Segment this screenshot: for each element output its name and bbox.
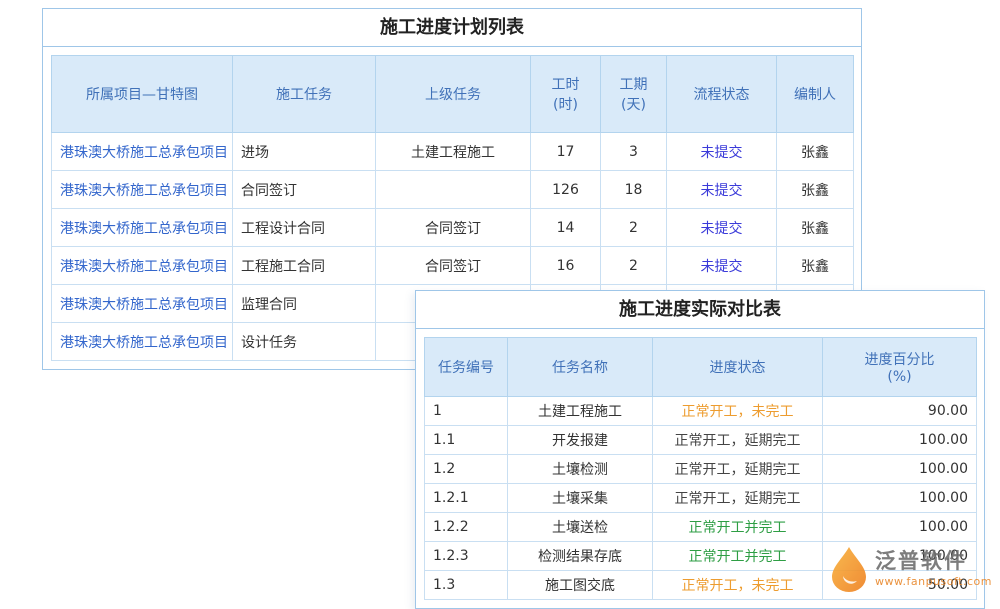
table-row: 1 土建工程施工 正常开工，未完工 90.00 [425, 397, 977, 426]
project-link[interactable]: 港珠澳大桥施工总承包项目 [52, 209, 233, 247]
task-id-cell: 1.2.3 [425, 542, 508, 571]
progress-status-cell: 正常开工，延期完工 [653, 455, 823, 484]
col-task-name: 任务名称 [508, 338, 653, 397]
hours-cell: 16 [531, 247, 601, 285]
plan-table-title: 施工进度计划列表 [43, 9, 861, 47]
table-row: 1.2.1 土壤采集 正常开工，延期完工 100.00 [425, 484, 977, 513]
hours-cell: 17 [531, 133, 601, 171]
table-row: 1.1 开发报建 正常开工，延期完工 100.00 [425, 426, 977, 455]
task-cell: 合同签订 [233, 171, 376, 209]
table-row: 1.3 施工图交底 正常开工，未完工 50.00 [425, 571, 977, 600]
progress-status-cell: 正常开工并完工 [653, 542, 823, 571]
author-cell: 张鑫 [777, 171, 854, 209]
compare-table: 任务编号 任务名称 进度状态 进度百分比 (%) 1 土建工程施工 正常开工，未… [424, 337, 977, 600]
hours-cell: 126 [531, 171, 601, 209]
project-link[interactable]: 港珠澳大桥施工总承包项目 [52, 171, 233, 209]
parent-task-cell: 合同签订 [376, 209, 531, 247]
table-row: 1.2.2 土壤送检 正常开工并完工 100.00 [425, 513, 977, 542]
table-row: 港珠澳大桥施工总承包项目 工程施工合同 合同签订 16 2 未提交 张鑫 [52, 247, 854, 285]
col-task-id: 任务编号 [425, 338, 508, 397]
days-cell: 3 [601, 133, 667, 171]
col-duration-days: 工期 (天) [601, 56, 667, 133]
task-id-cell: 1.2.1 [425, 484, 508, 513]
table-row: 港珠澳大桥施工总承包项目 进场 土建工程施工 17 3 未提交 张鑫 [52, 133, 854, 171]
task-name-cell: 土建工程施工 [508, 397, 653, 426]
flow-status-link[interactable]: 未提交 [667, 209, 777, 247]
author-cell: 张鑫 [777, 133, 854, 171]
flow-status-link[interactable]: 未提交 [667, 247, 777, 285]
parent-task-cell: 土建工程施工 [376, 133, 531, 171]
table-row: 港珠澳大桥施工总承包项目 合同签订 126 18 未提交 张鑫 [52, 171, 854, 209]
col-progress-percent: 进度百分比 (%) [823, 338, 977, 397]
col-work-hours: 工时 (时) [531, 56, 601, 133]
progress-percent-cell: 100.00 [823, 484, 977, 513]
task-name-cell: 土壤送检 [508, 513, 653, 542]
days-cell: 18 [601, 171, 667, 209]
col-project-gantt: 所属项目—甘特图 [52, 56, 233, 133]
author-cell: 张鑫 [777, 247, 854, 285]
days-cell: 2 [601, 209, 667, 247]
col-construction-task: 施工任务 [233, 56, 376, 133]
task-name-cell: 土壤检测 [508, 455, 653, 484]
progress-status-cell: 正常开工，未完工 [653, 571, 823, 600]
progress-status-cell: 正常开工并完工 [653, 513, 823, 542]
project-link[interactable]: 港珠澳大桥施工总承包项目 [52, 285, 233, 323]
task-id-cell: 1.2.2 [425, 513, 508, 542]
task-id-cell: 1.2 [425, 455, 508, 484]
compare-table-panel: 施工进度实际对比表 任务编号 任务名称 进度状态 进度百分比 (%) 1 土建工… [415, 290, 985, 609]
task-name-cell: 检测结果存底 [508, 542, 653, 571]
days-cell: 2 [601, 247, 667, 285]
plan-table-header-row: 所属项目—甘特图 施工任务 上级任务 工时 (时) 工期 (天) 流程状态 编制… [52, 56, 854, 133]
compare-table-header-row: 任务编号 任务名称 进度状态 进度百分比 (%) [425, 338, 977, 397]
task-cell: 工程设计合同 [233, 209, 376, 247]
progress-status-cell: 正常开工，延期完工 [653, 484, 823, 513]
flow-status-link[interactable]: 未提交 [667, 133, 777, 171]
col-flow-status: 流程状态 [667, 56, 777, 133]
task-name-cell: 施工图交底 [508, 571, 653, 600]
table-row: 1.2.3 检测结果存底 正常开工并完工 100.00 [425, 542, 977, 571]
flow-status-link[interactable]: 未提交 [667, 171, 777, 209]
progress-percent-cell: 100.00 [823, 542, 977, 571]
author-cell: 张鑫 [777, 209, 854, 247]
progress-percent-cell: 100.00 [823, 513, 977, 542]
task-cell: 工程施工合同 [233, 247, 376, 285]
progress-percent-cell: 100.00 [823, 426, 977, 455]
project-link[interactable]: 港珠澳大桥施工总承包项目 [52, 133, 233, 171]
progress-percent-cell: 100.00 [823, 455, 977, 484]
task-id-cell: 1.1 [425, 426, 508, 455]
progress-status-cell: 正常开工，未完工 [653, 397, 823, 426]
table-row: 1.2 土壤检测 正常开工，延期完工 100.00 [425, 455, 977, 484]
table-row: 港珠澳大桥施工总承包项目 工程设计合同 合同签订 14 2 未提交 张鑫 [52, 209, 854, 247]
parent-task-cell: 合同签订 [376, 247, 531, 285]
progress-percent-cell: 90.00 [823, 397, 977, 426]
compare-table-title: 施工进度实际对比表 [416, 291, 984, 329]
task-cell: 监理合同 [233, 285, 376, 323]
col-parent-task: 上级任务 [376, 56, 531, 133]
task-name-cell: 开发报建 [508, 426, 653, 455]
progress-percent-cell: 50.00 [823, 571, 977, 600]
task-cell: 进场 [233, 133, 376, 171]
project-link[interactable]: 港珠澳大桥施工总承包项目 [52, 247, 233, 285]
task-name-cell: 土壤采集 [508, 484, 653, 513]
col-author: 编制人 [777, 56, 854, 133]
progress-status-cell: 正常开工，延期完工 [653, 426, 823, 455]
project-link[interactable]: 港珠澳大桥施工总承包项目 [52, 323, 233, 361]
task-id-cell: 1 [425, 397, 508, 426]
task-cell: 设计任务 [233, 323, 376, 361]
hours-cell: 14 [531, 209, 601, 247]
task-id-cell: 1.3 [425, 571, 508, 600]
col-progress-status: 进度状态 [653, 338, 823, 397]
parent-task-cell [376, 171, 531, 209]
